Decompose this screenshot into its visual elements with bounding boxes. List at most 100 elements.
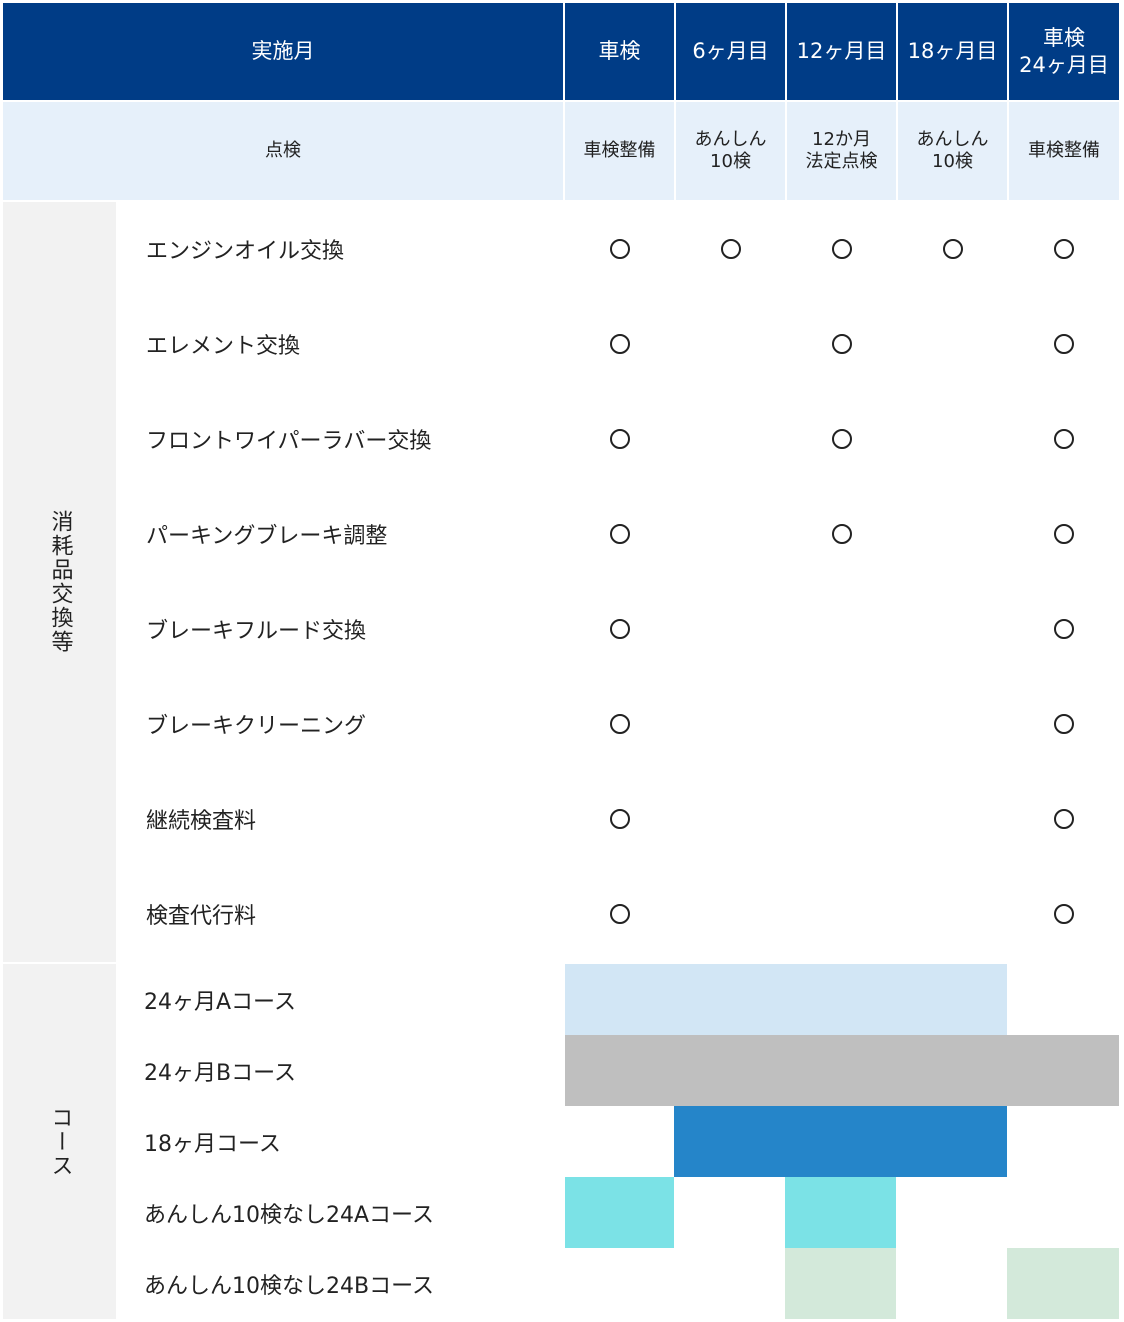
circle-mark-icon — [1054, 903, 1074, 924]
consumable-row-label: 継続検査料 — [118, 772, 563, 865]
circle-mark-icon — [720, 238, 741, 259]
consumable-row-label: 検査代行料 — [118, 867, 563, 960]
course-span-bar — [785, 1106, 896, 1177]
inspection-col-1: 車検整備 — [565, 102, 674, 200]
course-row-label: 24ヶ月Bコース — [116, 1035, 564, 1106]
mark-cell — [898, 582, 1007, 675]
mark-cell — [1009, 867, 1119, 960]
mark-cell — [565, 487, 674, 580]
mark-cell — [676, 392, 785, 485]
circle-mark-icon — [1054, 618, 1074, 639]
circle-mark-icon — [609, 333, 630, 354]
mark-cell — [676, 202, 785, 295]
mark-cell — [1009, 677, 1119, 770]
mark-cell — [676, 867, 785, 960]
circle-mark-icon — [609, 713, 630, 734]
mark-cell — [787, 202, 896, 295]
mark-cell — [787, 487, 896, 580]
course-row-label: あんしん10検なし24Aコース — [116, 1177, 564, 1248]
mark-cell — [676, 772, 785, 865]
mark-cell — [1009, 772, 1119, 865]
mark-cell — [565, 392, 674, 485]
course-span-bar — [785, 1035, 896, 1106]
circle-mark-icon — [1054, 713, 1074, 734]
mark-cell — [1009, 582, 1119, 675]
circle-mark-icon — [831, 428, 852, 449]
col-header-18m: 18ヶ月目 — [898, 3, 1007, 100]
circle-mark-icon — [609, 808, 630, 829]
consumable-row-label: エンジンオイル交換 — [118, 202, 563, 295]
consumable-row-label: フロントワイパーラバー交換 — [118, 392, 563, 485]
inspection-col-2: あんしん 10検 — [676, 102, 785, 200]
mark-cell — [787, 297, 896, 390]
course-row-label: 24ヶ月Aコース — [116, 964, 564, 1035]
circle-mark-icon — [1054, 238, 1074, 259]
mark-cell — [1009, 297, 1119, 390]
consumable-row-label: ブレーキフルード交換 — [118, 582, 563, 675]
circle-mark-icon — [1054, 333, 1074, 354]
circle-mark-icon — [831, 333, 852, 354]
inspection-header: 点検 — [3, 102, 563, 200]
courses-group-label: コース — [3, 964, 116, 1319]
mark-cell — [565, 297, 674, 390]
mark-cell — [787, 867, 896, 960]
mark-cell — [565, 582, 674, 675]
course-span-bar — [674, 964, 785, 1035]
circle-mark-icon — [609, 523, 630, 544]
mark-cell — [565, 867, 674, 960]
mark-cell — [898, 202, 1007, 295]
circle-mark-icon — [942, 238, 963, 259]
mark-cell — [898, 392, 1007, 485]
month-header-label: 実施月 — [251, 39, 315, 64]
inspection-col-4: あんしん 10検 — [898, 102, 1007, 200]
mark-cell — [676, 487, 785, 580]
circle-mark-icon — [609, 903, 630, 924]
mark-cell — [676, 582, 785, 675]
consumables-group-label: 消耗品交換等 — [3, 202, 116, 962]
course-span-bar — [1007, 1248, 1119, 1319]
mark-cell — [787, 772, 896, 865]
course-span-bar — [785, 964, 896, 1035]
inspection-col-5: 車検整備 — [1009, 102, 1119, 200]
mark-cell — [898, 677, 1007, 770]
col-header-shaken: 車検 — [565, 3, 674, 100]
consumable-row-label: ブレーキクリーニング — [118, 677, 563, 770]
circle-mark-icon — [831, 523, 852, 544]
mark-cell — [898, 867, 1007, 960]
circle-mark-icon — [1054, 523, 1074, 544]
course-span-bar — [674, 1106, 785, 1177]
consumable-row-label: エレメント交換 — [118, 297, 563, 390]
course-span-bar — [1007, 1035, 1119, 1106]
course-span-bar — [565, 1035, 674, 1106]
mark-cell — [898, 297, 1007, 390]
mark-cell — [787, 582, 896, 675]
mark-cell — [676, 677, 785, 770]
inspection-col-3: 12か月 法定点検 — [787, 102, 896, 200]
col-header-12m: 12ヶ月目 — [787, 3, 896, 100]
course-row-label: 18ヶ月コース — [116, 1106, 564, 1177]
mark-cell — [898, 772, 1007, 865]
course-span-bar — [785, 1177, 896, 1248]
mark-cell — [898, 487, 1007, 580]
mark-cell — [1009, 202, 1119, 295]
mark-cell — [787, 677, 896, 770]
mark-cell — [565, 772, 674, 865]
course-row-label: あんしん10検なし24Bコース — [116, 1248, 564, 1319]
course-span-bar — [896, 1035, 1007, 1106]
mark-cell — [787, 392, 896, 485]
circle-mark-icon — [1054, 808, 1074, 829]
course-span-bar — [896, 964, 1007, 1035]
circle-mark-icon — [831, 238, 852, 259]
mark-cell — [565, 677, 674, 770]
col-header-24m: 車検 24ヶ月目 — [1009, 3, 1119, 100]
course-span-bar — [674, 1035, 785, 1106]
mark-cell — [1009, 487, 1119, 580]
circle-mark-icon — [609, 618, 630, 639]
course-span-bar — [565, 1177, 674, 1248]
circle-mark-icon — [609, 428, 630, 449]
course-span-bar — [785, 1248, 896, 1319]
circle-mark-icon — [1054, 428, 1074, 449]
mark-cell — [1009, 392, 1119, 485]
circle-mark-icon — [609, 238, 630, 259]
col-header-6m: 6ヶ月目 — [676, 3, 785, 100]
